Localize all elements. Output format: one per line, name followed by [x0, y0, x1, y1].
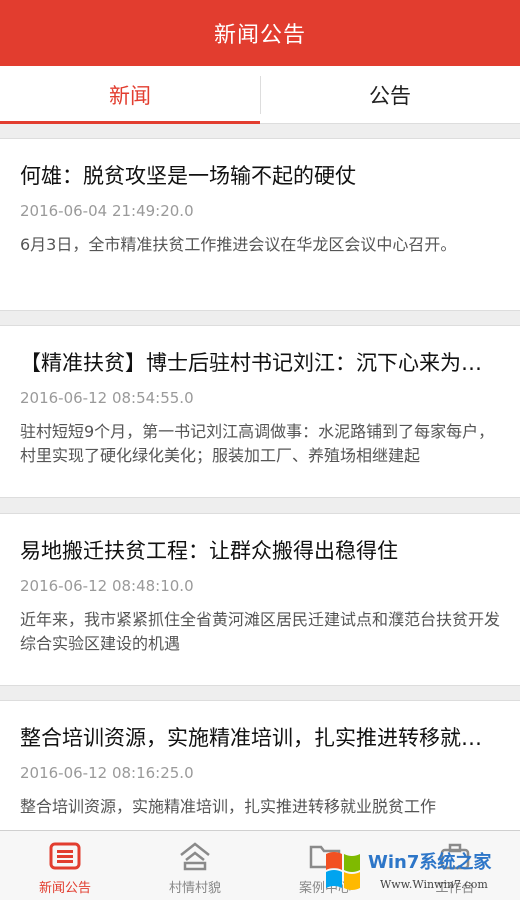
tabbar-item-village[interactable]: 村情村貌 — [130, 831, 260, 900]
tabbar-label: 新闻公告 — [38, 881, 91, 896]
news-card[interactable]: 何雄：脱贫攻坚是一场输不起的硬仗 2016-06-04 21:49:20.0 6… — [0, 138, 520, 311]
news-card[interactable]: 易地搬迁扶贫工程：让群众搬得出稳得住 2016-06-12 08:48:10.0… — [0, 513, 520, 686]
news-summary: 驻村短短9个月，第一书记刘江高调做事：水泥路铺到了每家每户，村里实现了硬化绿化美… — [20, 422, 495, 465]
tab-announcements[interactable]: 公告 — [260, 66, 520, 123]
village-icon — [177, 841, 213, 871]
news-card[interactable]: 【精准扶贫】博士后驻村书记刘江：沉下心来为农民办实事 2016-06-12 08… — [0, 325, 520, 498]
news-time: 2016-06-12 08:48:10.0 — [20, 577, 194, 595]
news-title: 何雄：脱贫攻坚是一场输不起的硬仗 — [20, 164, 356, 188]
tab-news[interactable]: 新闻 — [0, 66, 260, 124]
news-time: 2016-06-04 21:49:20.0 — [20, 202, 194, 220]
news-list[interactable]: 何雄：脱贫攻坚是一场输不起的硬仗 2016-06-04 21:49:20.0 6… — [0, 124, 520, 830]
tab-divider — [260, 76, 261, 114]
windows-logo-icon — [326, 852, 360, 890]
tabbar-label: 村情村貌 — [168, 881, 221, 896]
app-header: 新闻公告 — [0, 0, 520, 66]
watermark-url: Www.Winwin7.com — [380, 878, 488, 891]
news-card[interactable]: 整合培训资源，实施精准培训，扎实推进转移就业脱贫 2016-06-12 08:1… — [0, 700, 520, 830]
news-summary: 近年来，我市紧紧抓住全省黄河滩区居民迁建试点和濮范台扶贫开发综合实验区建设的机遇 — [20, 610, 500, 653]
news-title: 易地搬迁扶贫工程：让群众搬得出稳得住 — [20, 539, 398, 563]
news-icon — [47, 841, 83, 871]
news-title: 整合培训资源，实施精准培训，扎实推进转移就业脱贫 — [20, 726, 500, 750]
page-title: 新闻公告 — [213, 23, 306, 48]
news-title: 【精准扶贫】博士后驻村书记刘江：沉下心来为农民办实事 — [20, 351, 500, 375]
news-summary: 6月3日，全市精准扶贫工作推进会议在华龙区会议中心召开。 — [20, 235, 457, 254]
news-time: 2016-06-12 08:16:25.0 — [20, 764, 194, 782]
watermark: Win7系统之家 Www.Winwin7.com — [320, 838, 520, 900]
news-time: 2016-06-12 08:54:55.0 — [20, 389, 194, 407]
watermark-title: Win7系统之家 — [368, 852, 492, 873]
tabbar-item-news[interactable]: 新闻公告 — [0, 831, 130, 900]
news-summary: 整合培训资源，实施精准培训，扎实推进转移就业脱贫工作 — [20, 797, 437, 816]
